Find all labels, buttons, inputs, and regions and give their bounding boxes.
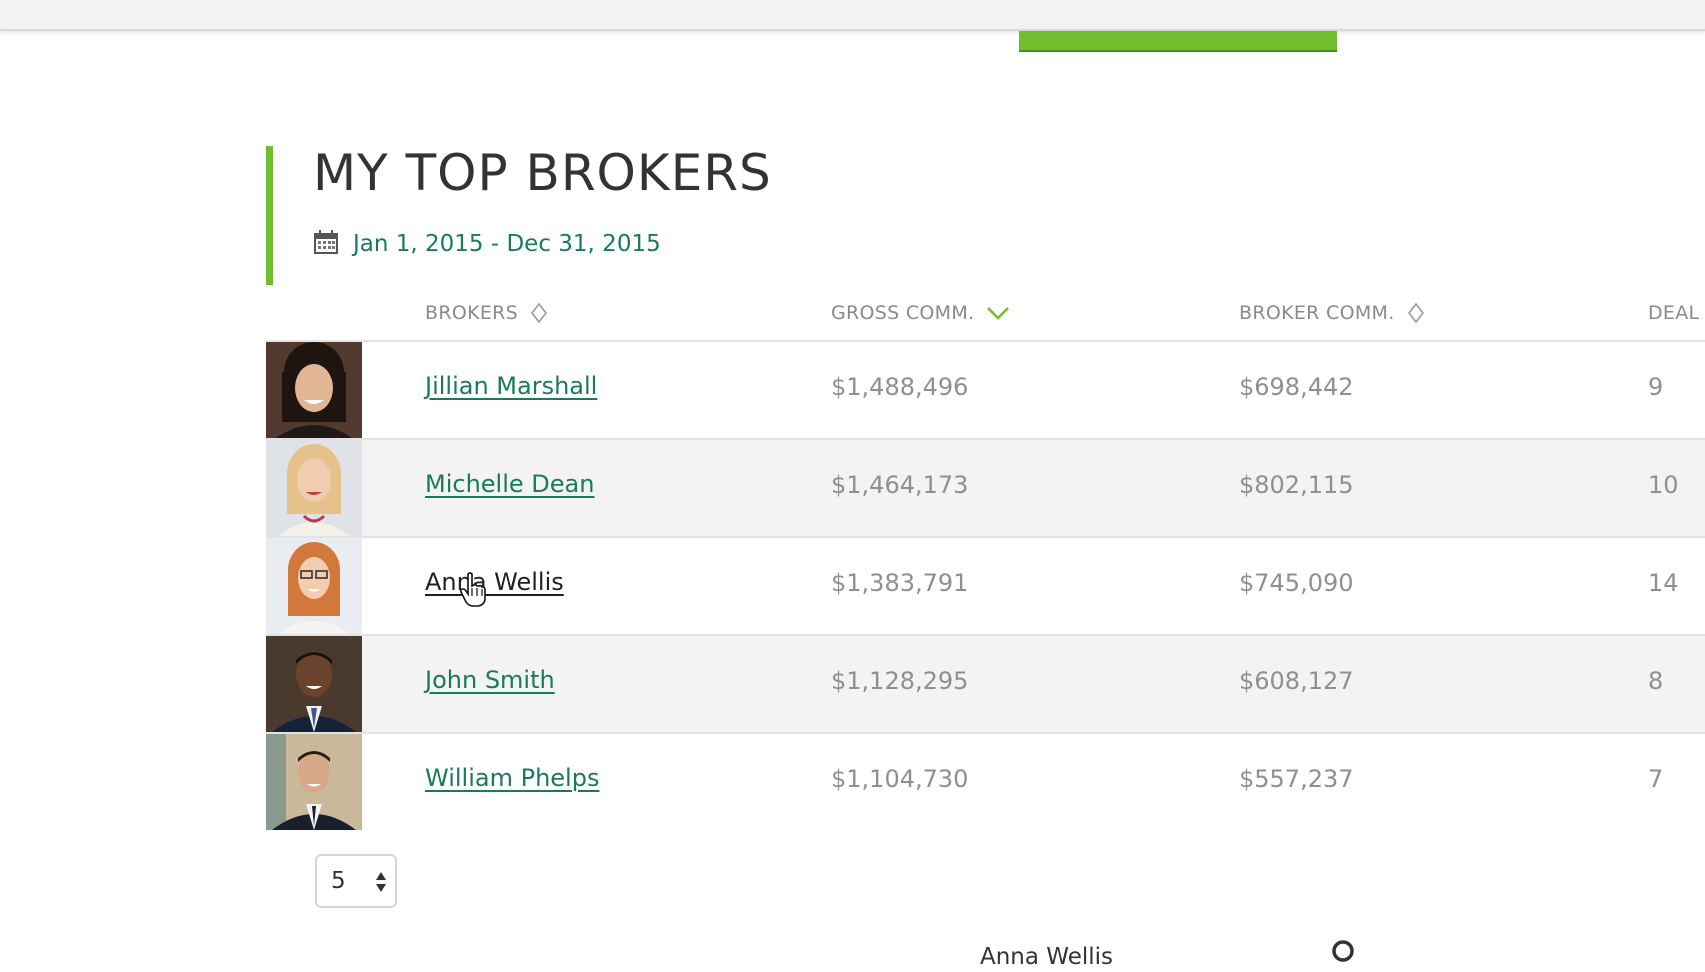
deals-cell: 10 [1648,471,1679,499]
broker-name-link[interactable]: William Phelps [425,764,599,792]
gross-commission-cell: $1,104,730 [831,765,969,793]
deals-cell: 7 [1648,765,1664,793]
table-row: John Smith $1,128,295 $608,127 8 [266,636,1705,734]
date-range-text[interactable]: Jan 1, 2015 - Dec 31, 2015 [353,231,661,257]
column-header-gross-label: GROSS COMM. [831,302,975,324]
calendar-icon [313,229,339,259]
deals-cell: 9 [1648,373,1664,401]
chevron-down-icon[interactable] [986,305,1010,321]
column-header-broker-comm[interactable]: BROKER COMM. [1239,292,1425,334]
table-header: BROKERS GROSS COMM. BROKER COMM. DEAL [266,292,1705,342]
gross-commission-cell: $1,383,791 [831,569,969,597]
deals-cell: 8 [1648,667,1664,695]
page-title: MY TOP BROKERS [313,144,772,202]
selected-broker-name: Anna Wellis [980,944,1113,970]
avatar [266,538,362,634]
broker-name-link[interactable]: John Smith [425,666,555,694]
sort-diamond-icon[interactable] [1407,303,1425,323]
column-header-broker-label: BROKER COMM. [1239,302,1395,324]
column-header-deals-label: DEAL [1648,302,1700,324]
sort-diamond-icon[interactable] [530,303,548,323]
date-range-picker[interactable]: Jan 1, 2015 - Dec 31, 2015 [313,226,661,262]
broker-commission-cell: $608,127 [1239,667,1354,695]
column-header-brokers[interactable]: BROKERS [425,292,548,334]
broker-commission-cell: $802,115 [1239,471,1354,499]
hand-pointer-icon [459,572,487,608]
broker-name-link[interactable]: Jillian Marshall [425,372,597,400]
section-accent-bar [266,146,273,285]
broker-commission-cell: $698,442 [1239,373,1354,401]
updown-stepper-icon[interactable] [375,871,387,893]
column-header-deals[interactable]: DEAL [1648,292,1699,334]
table-row: Jillian Marshall $1,488,496 $698,442 9 [266,342,1705,440]
column-header-brokers-label: BROKERS [425,302,519,324]
broker-name-link[interactable]: Anna Wellis [425,568,564,596]
avatar [266,342,362,438]
gross-commission-cell: $1,128,295 [831,667,969,695]
gross-commission-cell: $1,488,496 [831,373,969,401]
top-navigation-bar [0,0,1705,31]
search-icon[interactable] [1328,938,1358,968]
page-size-select[interactable]: 5 [315,854,397,908]
table-row: Michelle Dean $1,464,173 $802,115 10 [266,440,1705,538]
avatar [266,734,362,830]
active-tab-indicator[interactable] [1019,31,1337,52]
avatar [266,440,362,536]
page-size-value: 5 [331,868,346,894]
deals-cell: 14 [1648,569,1679,597]
avatar [266,636,362,732]
column-header-gross-comm[interactable]: GROSS COMM. [831,292,1010,334]
broker-commission-cell: $745,090 [1239,569,1354,597]
table-row: William Phelps $1,104,730 $557,237 7 [266,734,1705,830]
broker-commission-cell: $557,237 [1239,765,1354,793]
broker-name-link[interactable]: Michelle Dean [425,470,594,498]
gross-commission-cell: $1,464,173 [831,471,969,499]
